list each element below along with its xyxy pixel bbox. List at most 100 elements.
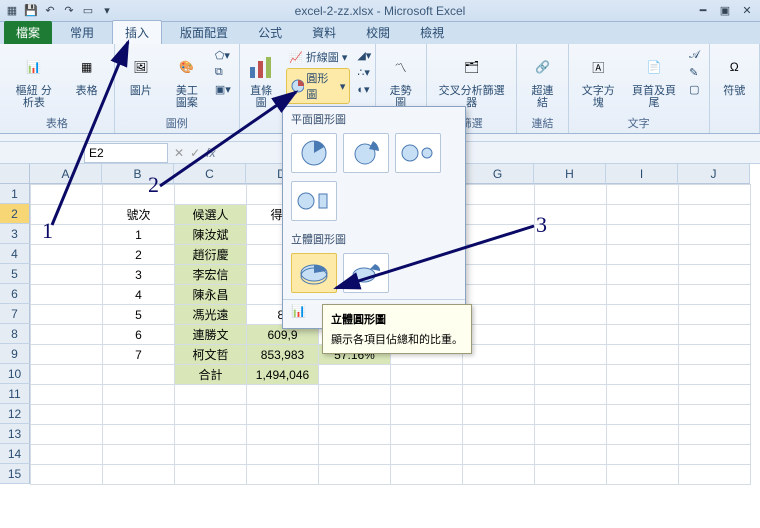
row-header-9[interactable]: 9	[0, 344, 30, 364]
cell-G15[interactable]	[463, 465, 535, 485]
cell-I14[interactable]	[607, 445, 679, 465]
row-header-15[interactable]: 15	[0, 464, 30, 484]
pie-3d-exploded[interactable]	[343, 253, 389, 293]
cell-A12[interactable]	[31, 405, 103, 425]
cell-F10[interactable]	[391, 365, 463, 385]
column-chart-button[interactable]: 直條圖	[240, 48, 282, 121]
cell-H7[interactable]	[535, 305, 607, 325]
cell-I5[interactable]	[607, 265, 679, 285]
cell-C5[interactable]: 李宏信	[175, 265, 247, 285]
cell-G1[interactable]	[463, 185, 535, 205]
new-doc-icon[interactable]: ▭	[80, 3, 96, 19]
qat-more-icon[interactable]: ▾	[99, 3, 115, 19]
cell-G9[interactable]	[463, 345, 535, 365]
fx-icon[interactable]: fx	[206, 146, 215, 160]
cell-A7[interactable]	[31, 305, 103, 325]
area-chart-button[interactable]: ◢▾	[354, 48, 374, 63]
cell-J1[interactable]	[679, 185, 751, 205]
cell-I15[interactable]	[607, 465, 679, 485]
cell-C9[interactable]: 柯文哲	[175, 345, 247, 365]
cell-C8[interactable]: 連勝文	[175, 325, 247, 345]
cell-C14[interactable]	[175, 445, 247, 465]
cell-G10[interactable]	[463, 365, 535, 385]
col-header-A[interactable]: A	[30, 164, 102, 184]
row-header-6[interactable]: 6	[0, 284, 30, 304]
cell-I9[interactable]	[607, 345, 679, 365]
pie-chart-button[interactable]: 圓形圖▾	[286, 68, 350, 104]
cell-B12[interactable]	[103, 405, 175, 425]
cell-A11[interactable]	[31, 385, 103, 405]
cell-B15[interactable]	[103, 465, 175, 485]
cell-D10[interactable]: 1,494,046	[247, 365, 319, 385]
cell-J12[interactable]	[679, 405, 751, 425]
row-header-13[interactable]: 13	[0, 424, 30, 444]
cell-I7[interactable]	[607, 305, 679, 325]
cell-C1[interactable]	[175, 185, 247, 205]
col-header-G[interactable]: G	[462, 164, 534, 184]
line-chart-button[interactable]: 📈 折線圖▾	[286, 48, 350, 66]
cell-D13[interactable]	[247, 425, 319, 445]
row-header-7[interactable]: 7	[0, 304, 30, 324]
cell-G14[interactable]	[463, 445, 535, 465]
col-header-C[interactable]: C	[174, 164, 246, 184]
cell-D14[interactable]	[247, 445, 319, 465]
cell-G3[interactable]	[463, 225, 535, 245]
cell-C4[interactable]: 趙衍慶	[175, 245, 247, 265]
cell-C7[interactable]: 馮光遠	[175, 305, 247, 325]
cell-D9[interactable]: 853,983	[247, 345, 319, 365]
scatter-chart-button[interactable]: ∴▾	[354, 65, 374, 80]
cell-G7[interactable]	[463, 305, 535, 325]
textbox-button[interactable]: 🄰 文字方塊	[575, 48, 622, 112]
cell-H9[interactable]	[535, 345, 607, 365]
fx-cancel[interactable]: ✕	[174, 146, 184, 160]
cell-G5[interactable]	[463, 265, 535, 285]
cell-A10[interactable]	[31, 365, 103, 385]
cell-I4[interactable]	[607, 245, 679, 265]
sparklines-button[interactable]: 〽 走勢圖	[380, 48, 422, 112]
cell-A14[interactable]	[31, 445, 103, 465]
row-header-4[interactable]: 4	[0, 244, 30, 264]
cell-E10[interactable]	[319, 365, 391, 385]
cell-G6[interactable]	[463, 285, 535, 305]
tab-insert[interactable]: 插入	[112, 20, 162, 44]
cell-D11[interactable]	[247, 385, 319, 405]
cell-H14[interactable]	[535, 445, 607, 465]
cell-A6[interactable]	[31, 285, 103, 305]
cell-G2[interactable]	[463, 205, 535, 225]
tab-review[interactable]: 校閱	[354, 21, 402, 44]
col-header-J[interactable]: J	[678, 164, 750, 184]
cell-I11[interactable]	[607, 385, 679, 405]
cell-B1[interactable]	[103, 185, 175, 205]
cell-H2[interactable]	[535, 205, 607, 225]
cell-E13[interactable]	[319, 425, 391, 445]
pie-3d-1[interactable]	[291, 253, 337, 293]
cell-J7[interactable]	[679, 305, 751, 325]
cell-B6[interactable]: 4	[103, 285, 175, 305]
picture-button[interactable]: 🖼 圖片	[120, 48, 162, 112]
fx-confirm[interactable]: ✓	[190, 146, 200, 160]
cell-A5[interactable]	[31, 265, 103, 285]
cell-A8[interactable]	[31, 325, 103, 345]
name-box[interactable]	[84, 143, 168, 163]
select-all-corner[interactable]	[0, 164, 30, 184]
row-header-1[interactable]: 1	[0, 184, 30, 204]
cell-C3[interactable]: 陳汝斌	[175, 225, 247, 245]
symbol-button[interactable]: Ω 符號	[713, 48, 755, 100]
cell-D12[interactable]	[247, 405, 319, 425]
cell-I1[interactable]	[607, 185, 679, 205]
pie-2d-exploded[interactable]	[343, 133, 389, 173]
cell-H10[interactable]	[535, 365, 607, 385]
cell-B14[interactable]	[103, 445, 175, 465]
tab-data[interactable]: 資料	[300, 21, 348, 44]
cell-H4[interactable]	[535, 245, 607, 265]
smartart-button[interactable]: ⧉	[212, 65, 234, 80]
row-header-12[interactable]: 12	[0, 404, 30, 424]
tab-file[interactable]: 檔案	[4, 21, 52, 44]
cell-J13[interactable]	[679, 425, 751, 445]
cell-I6[interactable]	[607, 285, 679, 305]
restore-button[interactable]: ▣	[716, 4, 734, 17]
cell-C2[interactable]: 候選人	[175, 205, 247, 225]
redo-icon[interactable]: ↷	[61, 3, 77, 19]
cell-E11[interactable]	[319, 385, 391, 405]
col-header-B[interactable]: B	[102, 164, 174, 184]
